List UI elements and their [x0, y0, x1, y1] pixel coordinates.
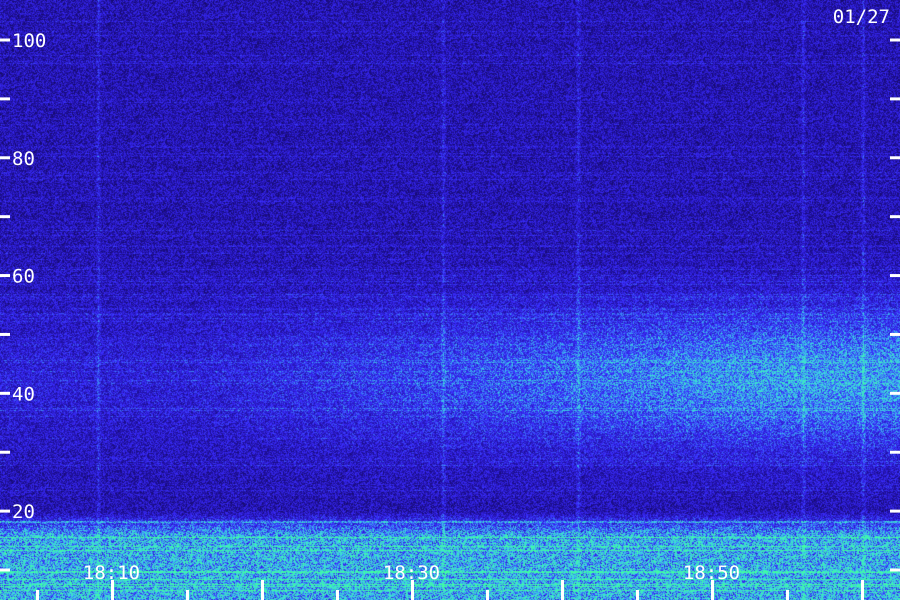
axes-overlay: 20 40 60 80 100 18:10 18:30 18:50 01/27	[0, 6, 900, 600]
y-tick-label: 80	[12, 148, 35, 170]
y-tick-label: 20	[12, 501, 35, 523]
y-axis: 20 40 60 80 100	[0, 30, 900, 572]
y-tick-label: 60	[12, 266, 35, 288]
spectrogram-view: 20 40 60 80 100 18:10 18:30 18:50 01/27	[0, 0, 900, 600]
date-label: 01/27	[833, 6, 890, 28]
y-tick-label: 40	[12, 383, 35, 405]
x-tick-label: 18:10	[83, 562, 140, 584]
x-axis: 18:10 18:30 18:50	[36, 562, 864, 600]
x-tick-label: 18:50	[683, 562, 740, 584]
x-tick-label: 18:30	[383, 562, 440, 584]
y-tick-label: 100	[12, 30, 46, 52]
